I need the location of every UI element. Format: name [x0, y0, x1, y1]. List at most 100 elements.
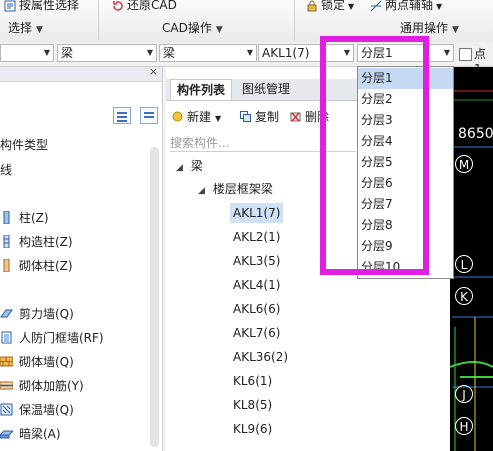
two-point-axis-icon [370, 0, 382, 12]
component-item[interactable]: AKL2(1) [230, 227, 283, 247]
floor-dropdown-list: 分层1 分层2 分层3 分层4 分层5 分层6 分层7 分层8 分层9 分层10 [357, 66, 454, 279]
component-item[interactable]: KL9(6) [230, 419, 275, 439]
lock-button[interactable]: 锁定 ▼ [306, 0, 354, 14]
component-item[interactable]: KL8(5) [230, 395, 275, 415]
floor-option[interactable]: 分层9 [358, 236, 453, 257]
lock-dropdown-icon[interactable]: ▼ [348, 2, 354, 11]
component-type-panel: × 构件类型 线 柱(Z) 构造柱(Z) 砌体柱(Z) 剪力墙(Q) 人防门框墙… [0, 65, 163, 451]
chevron-down-icon: ▼ [215, 25, 223, 35]
floor-option[interactable]: 分层7 [358, 194, 453, 215]
panel-heading: 构件类型 [0, 138, 49, 152]
tree-node-label: 梁 [190, 159, 203, 173]
component-item[interactable]: AKL4(1) [230, 275, 283, 295]
component-search-input[interactable]: 搜索构件... [170, 135, 356, 152]
collapse-triangle-icon[interactable]: ◢ [198, 186, 205, 196]
ribbon-group-select[interactable]: 选择 ▼ [8, 20, 43, 37]
delete-icon [290, 108, 301, 122]
constructional-column-icon [0, 234, 13, 249]
tree-item-civil-defense-wall[interactable]: 人防门框墙(RF) [0, 329, 104, 347]
tab-drawing-management[interactable]: 图纸管理 [236, 79, 296, 99]
tree-item-masonry-column[interactable]: 砌体柱(Z) [0, 257, 73, 275]
ribbon-group-general[interactable]: 通用操作 ▼ [400, 20, 459, 37]
component-item[interactable]: AKL6(6) [230, 299, 283, 319]
tree-item-shear-wall[interactable]: 剪力墙(Q) [0, 305, 74, 323]
tree-node-beam[interactable]: ◢ 梁 [176, 156, 203, 176]
select-by-property-button[interactable]: 按属性选择 [4, 0, 79, 14]
tree-item-masonry-wall[interactable]: 砌体墙(Q) [0, 353, 74, 371]
floor-option[interactable]: 分层6 [358, 173, 453, 194]
collapse-triangle-icon[interactable]: ◢ [176, 163, 183, 173]
two-point-axis-dropdown-icon[interactable]: ▼ [436, 2, 442, 11]
floor-select-value: 分层1 [361, 46, 393, 60]
component-toolbar: ▼ 梁 ▼ 梁 ▼ AKL1(7) ▼ 分层1 ▼ [0, 42, 493, 67]
delete-label: 删除 [305, 110, 330, 124]
component-item[interactable]: AKL36(2) [230, 347, 291, 367]
select-by-property-icon [4, 0, 16, 12]
component-select[interactable]: AKL1(7) ▼ [258, 44, 354, 62]
tree-item-label: 砌体柱(Z) [19, 259, 73, 273]
toolbar-checkbox[interactable] [459, 48, 472, 61]
copy-label: 复制 [255, 110, 280, 124]
floor-option[interactable]: 分层2 [358, 89, 453, 110]
lock-label: 锁定 [321, 0, 346, 12]
masonry-reinforcement-icon [0, 379, 14, 392]
copy-button[interactable]: 复制 [240, 107, 279, 127]
ribbon-group-cad[interactable]: CAD操作 ▼ [162, 20, 223, 37]
axis-label-h: H [455, 417, 473, 435]
restore-cad-icon [112, 0, 124, 12]
masonry-column-icon [0, 258, 13, 273]
new-button[interactable]: 新建 ▼ [172, 107, 221, 129]
panel-subheading: 线 [0, 163, 13, 177]
floor-option[interactable]: 分层3 [358, 110, 453, 131]
detail-view-button[interactable] [140, 107, 158, 124]
chevron-down-icon: ▼ [215, 114, 222, 123]
tab-component-list[interactable]: 构件列表 [170, 79, 233, 100]
tree-item-label: 砌体墙(Q) [19, 355, 74, 369]
ribbon-separator [98, 0, 99, 40]
floor-select[interactable]: 分层1 ▼ [357, 44, 454, 62]
floor-option[interactable]: 分层10 [358, 257, 453, 278]
new-icon [172, 108, 183, 122]
component-item[interactable]: AKL7(6) [230, 323, 283, 343]
ribbon-group-select-label: 选择 [8, 21, 33, 35]
close-icon[interactable]: × [149, 65, 158, 78]
tree-node-frame-beam[interactable]: ◢ 楼层框架梁 [198, 179, 273, 199]
floor-option[interactable]: 分层4 [358, 131, 453, 152]
floor-option[interactable]: 分层8 [358, 215, 453, 236]
chevron-down-icon: ▼ [146, 48, 153, 57]
drawing-canvas[interactable]: 8650 M L K J H [450, 67, 493, 451]
floor-level-select[interactable]: ▼ [0, 44, 54, 62]
floor-option[interactable]: 分层5 [358, 152, 453, 173]
tree-item-constructional-column[interactable]: 构造柱(Z) [0, 233, 73, 251]
chevron-down-icon: ▼ [246, 48, 253, 57]
chevron-down-icon: ▼ [43, 48, 50, 57]
tree-item-insulation-wall[interactable]: 保温墙(Q) [0, 401, 74, 419]
tree-item-label: 砌体加筋(Y) [19, 379, 84, 393]
category-select[interactable]: 梁 ▼ [57, 44, 157, 62]
tree-item-label: 人防门框墙(RF) [19, 331, 104, 345]
delete-button[interactable]: 删除 [290, 107, 329, 127]
tree-item-column[interactable]: 柱(Z) [0, 209, 49, 227]
component-item[interactable]: AKL1(7) [230, 203, 284, 223]
restore-cad-button[interactable]: 还原CAD [112, 0, 177, 14]
list-view-button[interactable] [113, 107, 131, 124]
component-item[interactable]: AKL3(5) [230, 251, 283, 271]
select-by-property-label: 按属性选择 [19, 0, 80, 12]
tree-item-masonry-reinforcement[interactable]: 砌体加筋(Y) [0, 377, 84, 395]
scrollbar[interactable] [150, 147, 159, 447]
tree-item-hidden-beam[interactable]: 暗梁(A) [0, 425, 61, 443]
type-select[interactable]: 梁 ▼ [159, 44, 257, 62]
component-item[interactable]: KL6(1) [230, 371, 275, 391]
ribbon: 按属性选择 还原CAD 锁定 ▼ 两点辅轴 ▼ 选择 ▼ CAD操作 ▼ 通用操作 ▼ [0, 0, 493, 43]
insulation-wall-icon [0, 403, 13, 416]
tree-item-label: 保温墙(Q) [19, 403, 74, 417]
hidden-beam-icon [0, 427, 15, 440]
chevron-down-icon: ▼ [452, 25, 459, 35]
floor-option[interactable]: 分层1 [358, 68, 453, 89]
two-point-axis-button[interactable]: 两点辅轴 ▼ [370, 0, 442, 14]
chevron-down-icon: ▼ [343, 48, 350, 57]
category-select-value: 梁 [61, 46, 74, 60]
tree-item-label: 构造柱(Z) [19, 235, 73, 249]
column-icon [0, 210, 13, 225]
masonry-wall-icon [0, 355, 14, 368]
